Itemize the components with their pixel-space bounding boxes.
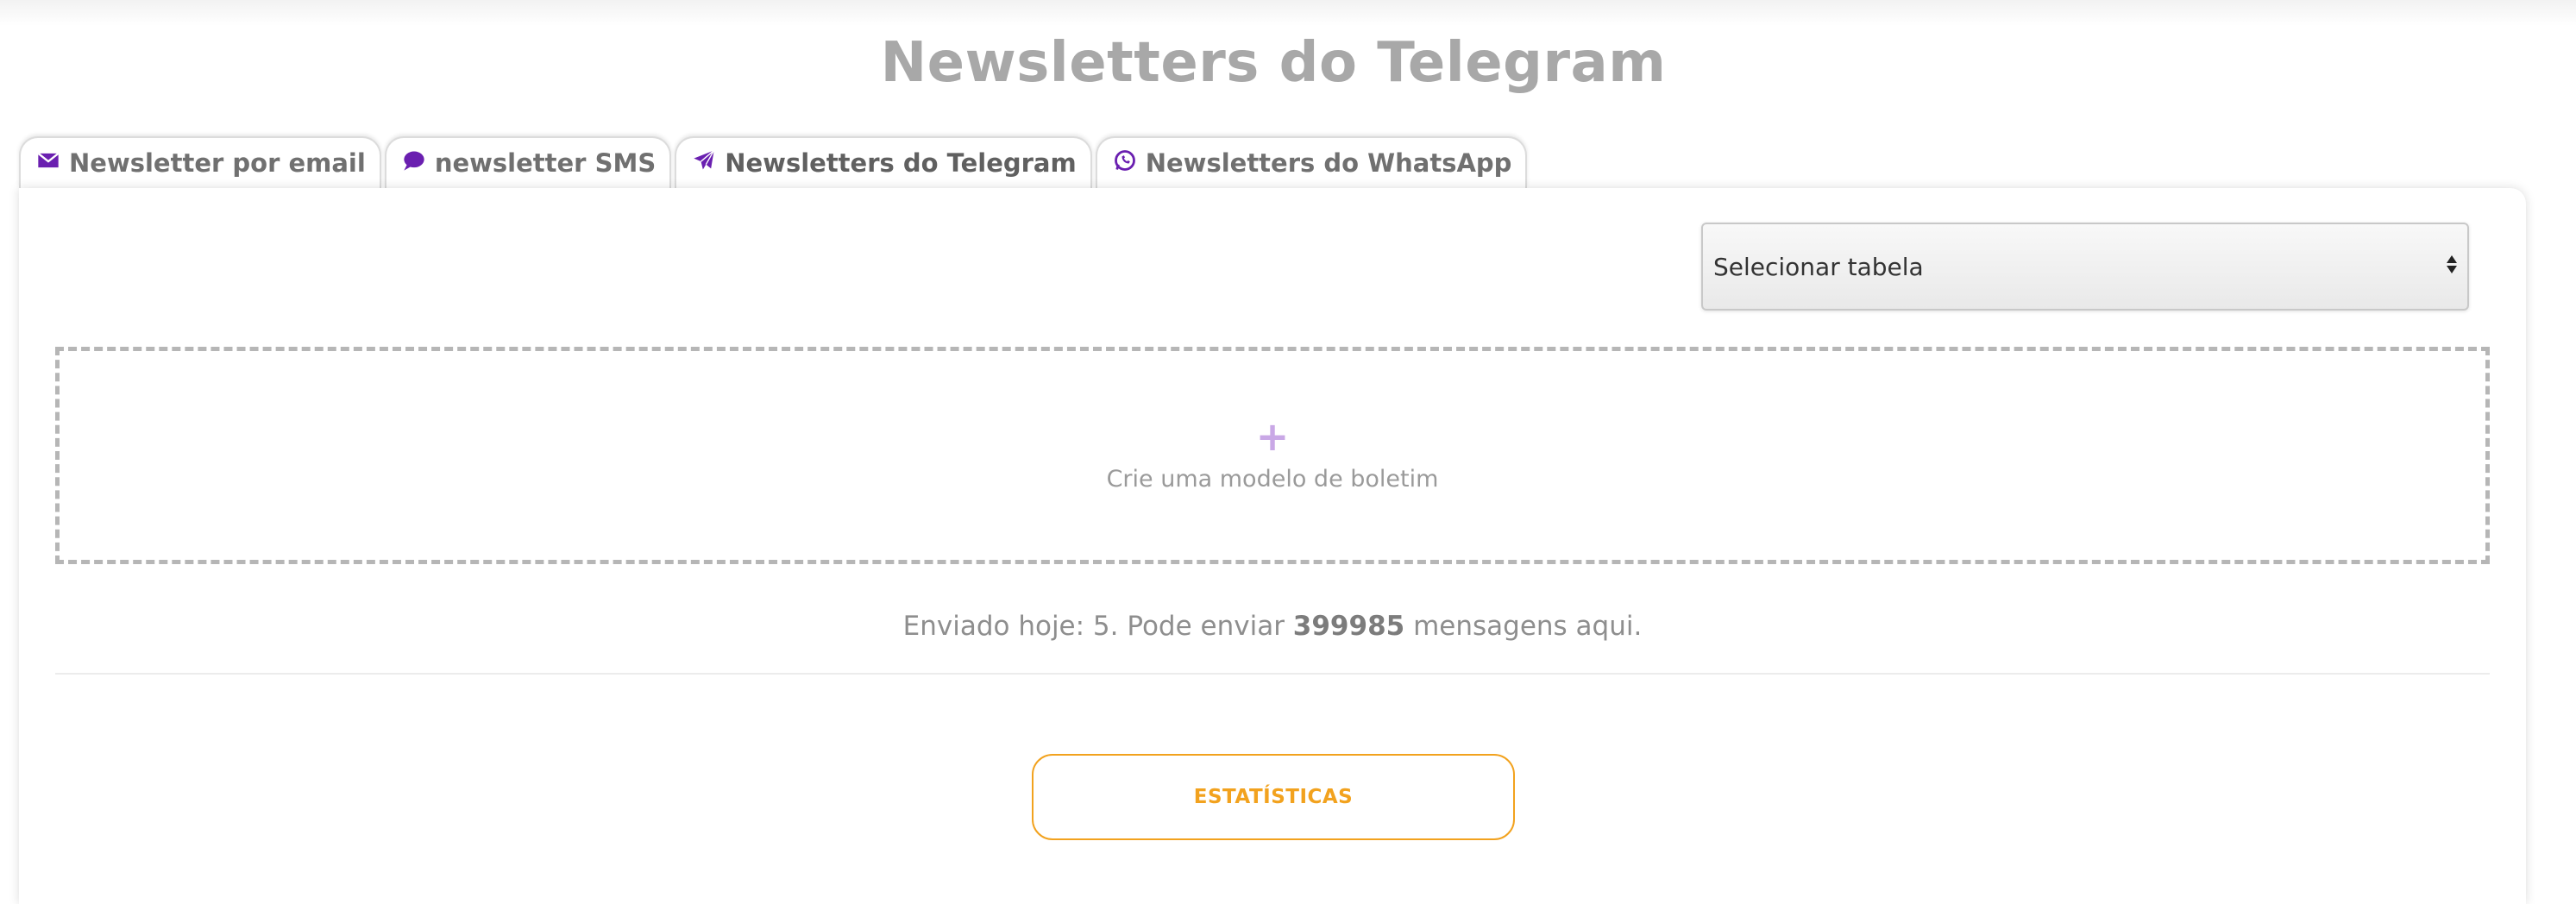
table-select-value: Selecionar tabela bbox=[1713, 252, 1924, 281]
newsletter-panel: Selecionar tabela + Crie uma modelo de b… bbox=[19, 188, 2526, 904]
tab-label: newsletter SMS bbox=[434, 148, 657, 178]
tab-bar: Newsletter por email newsletter SMS News… bbox=[19, 135, 1530, 188]
create-template-label: Crie uma modelo de boletim bbox=[1106, 465, 1439, 493]
top-shade bbox=[0, 0, 2576, 26]
divider bbox=[55, 673, 2490, 675]
tab-label: Newsletters do WhatsApp bbox=[1145, 148, 1512, 178]
sent-info-count: 399985 bbox=[1292, 611, 1405, 642]
tab-label: Newsletters do Telegram bbox=[725, 148, 1077, 178]
create-template-dropzone[interactable]: + Crie uma modelo de boletim bbox=[55, 347, 2490, 564]
tab-sms-newsletter[interactable]: newsletter SMS bbox=[384, 136, 672, 188]
select-arrows-icon bbox=[2447, 255, 2457, 273]
sent-info-prefix: Enviado hoje: 5. Pode enviar bbox=[902, 611, 1285, 642]
whatsapp-icon bbox=[1113, 148, 1137, 179]
paper-plane-icon bbox=[692, 148, 716, 179]
sent-info: Enviado hoje: 5. Pode enviar 399985 mens… bbox=[19, 611, 2526, 642]
tab-telegram-newsletter[interactable]: Newsletters do Telegram bbox=[675, 136, 1092, 188]
tab-email-newsletter[interactable]: Newsletter por email bbox=[19, 136, 381, 188]
plus-icon: + bbox=[1255, 412, 1290, 460]
chat-bubble-icon bbox=[402, 148, 426, 179]
tab-whatsapp-newsletter[interactable]: Newsletters do WhatsApp bbox=[1095, 136, 1528, 188]
envelope-icon bbox=[36, 148, 60, 179]
tab-label: Newsletter por email bbox=[69, 148, 366, 178]
sent-info-suffix: mensagens aqui. bbox=[1413, 611, 1643, 642]
table-select[interactable]: Selecionar tabela bbox=[1701, 223, 2469, 311]
page-title: Newsletters do Telegram bbox=[880, 31, 1667, 95]
statistics-button[interactable]: ESTATÍSTICAS bbox=[1032, 754, 1515, 840]
